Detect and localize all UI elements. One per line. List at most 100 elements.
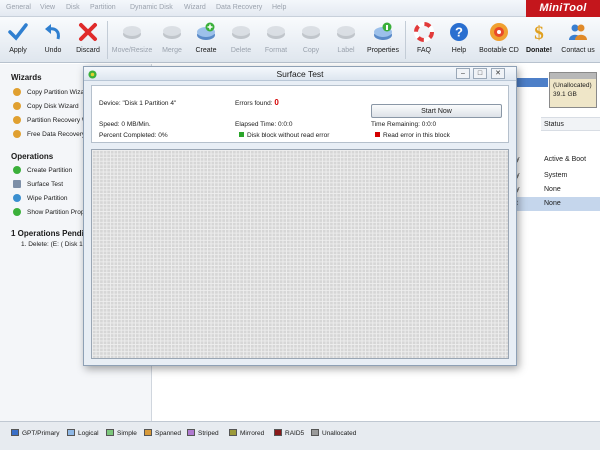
properties-icon — [13, 208, 21, 216]
undo-button[interactable]: Undo — [37, 17, 69, 63]
table-cell-status: None — [544, 200, 561, 207]
elapsed-time: Elapsed Time: 0:0:0 — [235, 121, 293, 128]
surface-test-icon — [13, 180, 21, 188]
device-info: Device: "Disk 1 Partition 4" — [99, 100, 177, 107]
svg-text:?: ? — [455, 25, 463, 40]
disk-properties-icon — [374, 22, 392, 40]
disk-delete-icon — [232, 26, 250, 39]
menu-partition[interactable]: Partition — [90, 4, 116, 11]
wizard-icon — [13, 88, 21, 96]
checkmark-icon — [8, 23, 28, 41]
wizard-icon — [13, 130, 21, 138]
pending-operation-item[interactable]: 1. Delete: (E: ( Disk 1 — [21, 241, 83, 248]
table-cell-status: System — [544, 172, 568, 179]
legend-swatch — [144, 429, 152, 436]
sidebar-item-wipe-partition[interactable]: Wipe Partition — [13, 194, 67, 202]
dollar-icon: $ — [534, 23, 544, 42]
start-now-button[interactable]: Start Now — [371, 104, 502, 118]
wizard-icon — [13, 116, 21, 124]
toolbar-separator — [107, 21, 108, 59]
properties-button[interactable]: Properties — [364, 17, 402, 63]
green-square-icon — [239, 132, 244, 137]
format-button[interactable]: Format — [260, 17, 292, 63]
errors-count: 0 — [274, 98, 279, 107]
legend-swatch — [311, 429, 319, 436]
status-column-header[interactable]: Status — [541, 117, 600, 131]
surface-test-dialog: Surface Test – □ ✕ Device: "Disk 1 Parti… — [83, 66, 517, 366]
legend-unallocated: Unallocated — [311, 429, 356, 437]
table-cell-status: Active & Boot — [544, 156, 587, 163]
partition-bar-segment[interactable] — [515, 78, 548, 87]
dialog-title: Surface Test — [276, 69, 324, 79]
time-remaining: Time Remaining: 0:0:0 — [371, 121, 437, 128]
legend-gpt-primary: GPT/Primary — [11, 429, 60, 437]
menu-data-recovery[interactable]: Data Recovery — [216, 4, 262, 11]
move-resize-button[interactable]: Move/Resize — [110, 17, 154, 63]
test-info-panel: Device: "Disk 1 Partition 4" Errors foun… — [91, 85, 509, 143]
disk-block-grid — [91, 149, 509, 359]
legend-swatch — [106, 429, 114, 436]
unallocated-disk-block[interactable]: (Unallocated) 39.1 GB — [549, 72, 597, 108]
disk-label-icon — [337, 26, 355, 39]
wizards-heading: Wizards — [11, 73, 42, 82]
lifebuoy-icon — [414, 22, 434, 42]
legend-swatch — [187, 429, 195, 436]
maximize-button[interactable]: □ — [473, 68, 487, 79]
legend-swatch — [229, 429, 237, 436]
unallocated-bar — [550, 73, 596, 79]
sidebar-item-free-data-recovery[interactable]: Free Data Recovery — [13, 130, 85, 138]
dialog-title-bar[interactable]: Surface Test – □ ✕ — [84, 67, 516, 81]
menu-disk[interactable]: Disk — [66, 4, 80, 11]
help-button[interactable]: ? Help — [443, 17, 475, 63]
disk-merge-icon — [163, 26, 181, 39]
percent-completed: Percent Completed: 0% — [99, 132, 168, 139]
label-button[interactable]: Label — [330, 17, 362, 63]
apply-button[interactable]: Apply — [2, 17, 34, 63]
wipe-partition-icon — [13, 194, 21, 202]
contact-button[interactable]: Contact us — [558, 17, 598, 63]
legend-swatch — [67, 429, 75, 436]
create-partition-icon — [13, 166, 21, 174]
bootable-cd-icon — [490, 23, 508, 41]
create-button[interactable]: Create — [190, 17, 222, 63]
menu-help[interactable]: Help — [272, 4, 286, 11]
legend-spanned: Spanned — [144, 429, 181, 437]
legend-swatch — [11, 429, 19, 436]
red-square-icon — [375, 132, 380, 137]
table-cell-status: None — [544, 186, 561, 193]
toolbar-separator — [405, 21, 406, 59]
menu-bar: General View Disk Partition Dynamic Disk… — [0, 0, 600, 17]
menu-wizard[interactable]: Wizard — [184, 4, 206, 11]
delete-button[interactable]: Delete — [225, 17, 257, 63]
close-button[interactable]: ✕ — [491, 68, 505, 79]
disk-format-icon — [267, 26, 285, 39]
disk-copy-icon — [302, 26, 320, 39]
discard-button[interactable]: Discard — [72, 17, 104, 63]
sidebar-item-copy-partition-wizard[interactable]: Copy Partition Wizard — [13, 88, 90, 96]
disk-create-icon — [197, 22, 215, 40]
sidebar-item-surface-test[interactable]: Surface Test — [13, 180, 63, 188]
legend-logical: Logical — [67, 429, 99, 437]
minimize-button[interactable]: – — [456, 68, 470, 79]
errors-found: Errors found: 0 — [235, 98, 279, 107]
menu-view[interactable]: View — [40, 4, 55, 11]
faq-button[interactable]: FAQ — [408, 17, 440, 63]
legend-swatch — [274, 429, 282, 436]
minitool-logo: MiniTool — [526, 0, 600, 17]
legend-ok-block: Disk block without read error — [239, 132, 329, 139]
speed-info: Speed: 0 MB/Min. — [99, 121, 151, 128]
svg-text:$: $ — [534, 23, 544, 42]
sidebar-item-copy-disk-wizard[interactable]: Copy Disk Wizard — [13, 102, 79, 110]
bootable-cd-button[interactable]: Bootable CD — [478, 17, 520, 63]
legend-simple: Simple — [106, 429, 137, 437]
copy-button[interactable]: Copy — [295, 17, 327, 63]
menu-dynamic-disk[interactable]: Dynamic Disk — [130, 4, 173, 11]
donate-button[interactable]: $ Donate! — [522, 17, 556, 63]
menu-general[interactable]: General — [6, 4, 31, 11]
legend-bar: GPT/Primary Logical Simple Spanned Strip… — [0, 421, 600, 450]
merge-button[interactable]: Merge — [156, 17, 188, 63]
contact-people-icon — [569, 24, 587, 40]
help-question-icon: ? — [450, 23, 468, 41]
pending-heading: 1 Operations Pending — [11, 229, 94, 238]
sidebar-item-create-partition[interactable]: Create Partition — [13, 166, 72, 174]
